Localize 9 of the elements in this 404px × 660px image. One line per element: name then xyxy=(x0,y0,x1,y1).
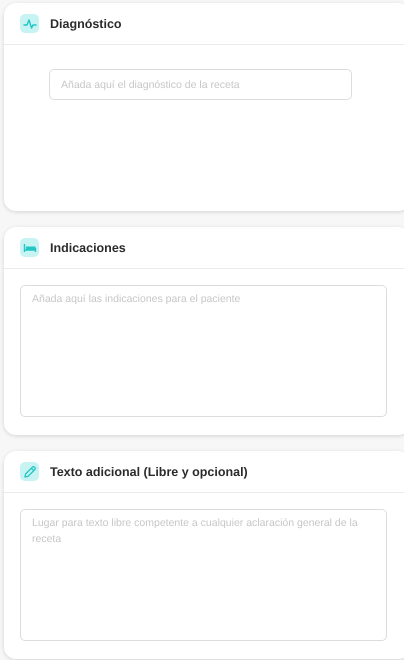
text-area[interactable]: Añada aquí las indicaciones para el paciente xyxy=(20,285,387,417)
text-area[interactable]: Lugar para texto libre competente a cualquier aclaración general de la receta xyxy=(20,509,387,641)
pencil-icon xyxy=(20,462,39,481)
bed-icon xyxy=(20,238,39,257)
section-title: Texto adicional (Libre y opcional) xyxy=(50,464,248,478)
section-title: Diagnóstico xyxy=(50,16,122,30)
section-title: Indicaciones xyxy=(50,240,126,254)
input-field[interactable]: Añada aquí el diagnóstico de la receta xyxy=(49,69,352,100)
pulse-icon xyxy=(20,14,39,33)
